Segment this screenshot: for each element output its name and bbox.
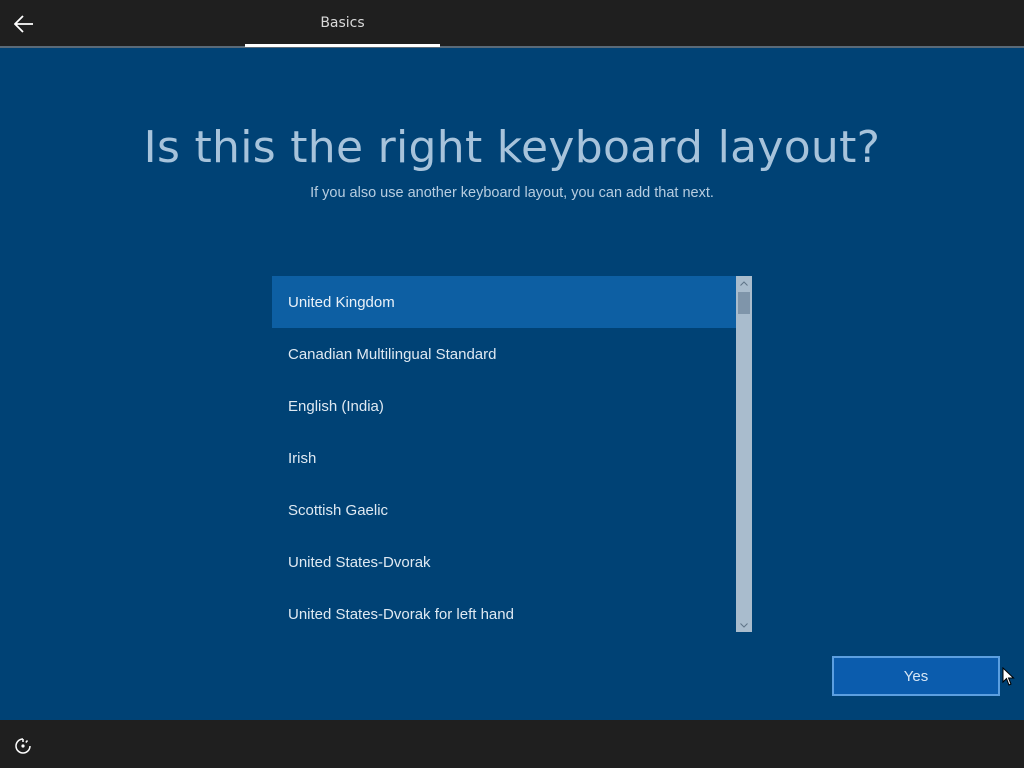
accessibility-button[interactable] bbox=[12, 735, 34, 757]
list-item-us-dvorak[interactable]: United States-Dvorak bbox=[272, 536, 736, 588]
list-item-us-dvorak-left[interactable]: United States-Dvorak for left hand bbox=[272, 588, 736, 632]
top-bar: Basics bbox=[0, 0, 1024, 48]
list-item-scottish-gaelic[interactable]: Scottish Gaelic bbox=[272, 484, 736, 536]
list-scrollbar[interactable] bbox=[736, 276, 752, 632]
list-item-canadian-multilingual[interactable]: Canadian Multilingual Standard bbox=[272, 328, 736, 380]
chevron-up-icon bbox=[740, 280, 748, 286]
accessibility-icon bbox=[15, 738, 31, 754]
keyboard-layout-list[interactable]: United Kingdom Canadian Multilingual Sta… bbox=[272, 276, 752, 632]
bottom-bar bbox=[0, 720, 1024, 768]
tab-basics: Basics bbox=[320, 15, 365, 31]
tab-basics-indicator bbox=[245, 44, 440, 47]
page-title: Is this the right keyboard layout? bbox=[143, 122, 881, 173]
arrow-left-icon bbox=[14, 15, 33, 33]
back-button[interactable] bbox=[8, 8, 40, 40]
mouse-cursor-icon bbox=[1002, 667, 1015, 686]
list-item-english-india[interactable]: English (India) bbox=[272, 380, 736, 432]
chevron-down-icon bbox=[740, 622, 748, 628]
scroll-up-button[interactable] bbox=[736, 276, 752, 290]
scroll-thumb[interactable] bbox=[738, 292, 750, 314]
list-item-united-kingdom[interactable]: United Kingdom bbox=[272, 276, 736, 328]
yes-button[interactable]: Yes bbox=[832, 656, 1000, 696]
scroll-down-button[interactable] bbox=[736, 618, 752, 632]
list-item-irish[interactable]: Irish bbox=[272, 432, 736, 484]
page-subtitle: If you also use another keyboard layout,… bbox=[310, 185, 714, 201]
